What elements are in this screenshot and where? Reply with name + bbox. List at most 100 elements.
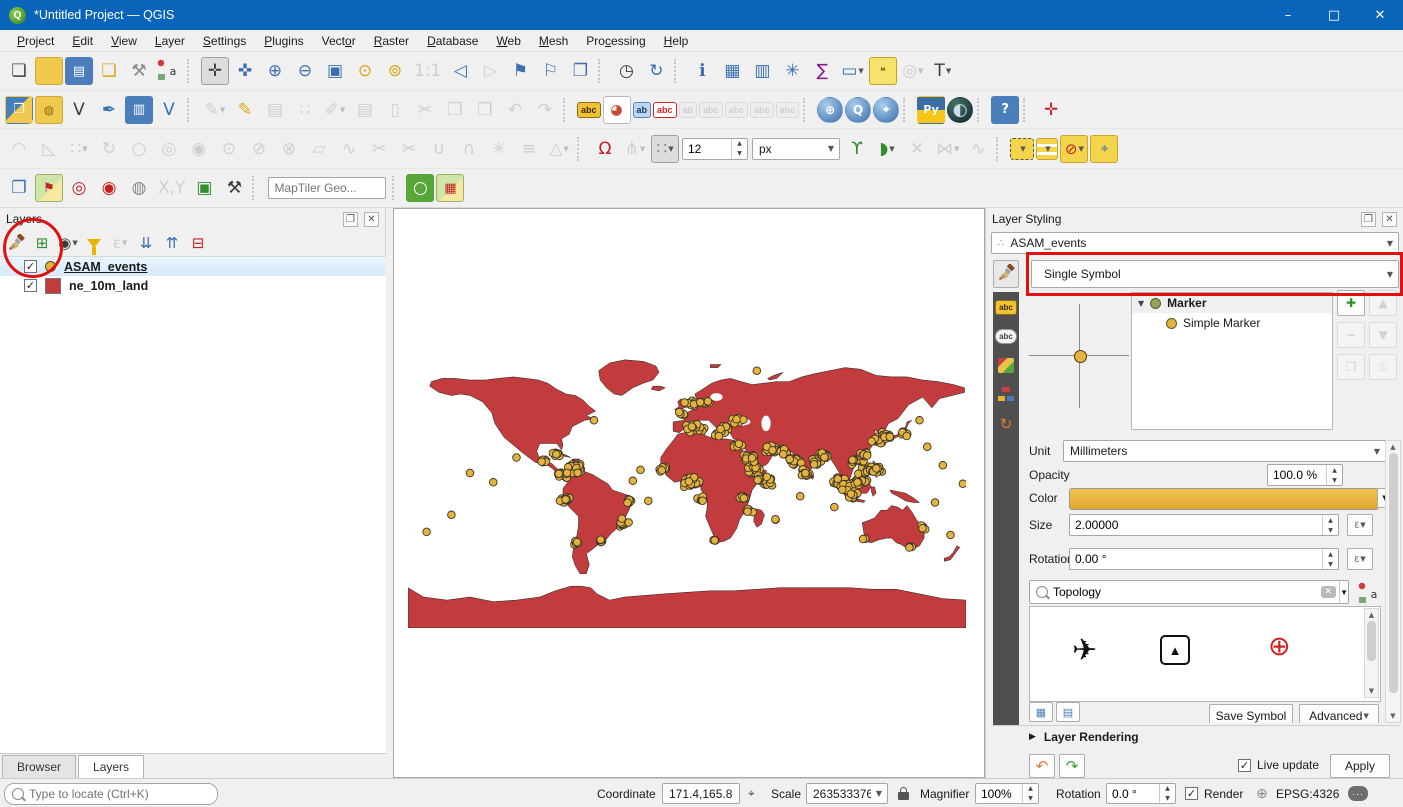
menu-project[interactable]: Project (8, 32, 63, 50)
size-input[interactable] (1070, 518, 1322, 532)
size-spinbox[interactable]: ▲▼ (1069, 514, 1339, 536)
render-checkbox[interactable] (1185, 787, 1198, 800)
map-tips-icon[interactable]: ❝ (869, 57, 897, 85)
manage-map-themes-icon[interactable]: ◉▼ (56, 231, 80, 255)
data-source-manager-icon[interactable]: ❒ (5, 96, 33, 124)
layer-visibility-checkbox[interactable] (24, 260, 37, 273)
render-control[interactable]: Render (1185, 779, 1243, 807)
magnifier-input[interactable] (976, 787, 1022, 801)
minimize-button[interactable]: – (1265, 0, 1311, 30)
pan-to-selection-icon[interactable]: ✜ (231, 57, 259, 85)
toggle-editing-icon[interactable]: ✎ (231, 96, 259, 124)
layer-row[interactable]: ASAM_events (0, 257, 386, 276)
osm-place-search-icon[interactable]: ⌖ (873, 97, 899, 123)
caret-down-icon[interactable]: ▼ (1138, 299, 1144, 308)
georeferencer-icon[interactable]: ▣ (190, 174, 218, 202)
dropdown-caret-icon[interactable]: ▼ (340, 106, 345, 114)
layer-row[interactable]: ne_10m_land (0, 276, 386, 295)
map-canvas[interactable] (393, 208, 985, 778)
pan-map-icon[interactable]: ✛ (201, 57, 229, 85)
menu-raster[interactable]: Raster (365, 32, 418, 50)
identify-features-icon[interactable]: ℹ (688, 57, 716, 85)
multi-zoom-icon[interactable]: ◉ (95, 174, 123, 202)
avoid-overlap-icon[interactable]: ◗▼ (873, 135, 901, 163)
close-button[interactable]: ✕ (1357, 0, 1403, 30)
new-shapefile-layer-icon[interactable]: V (65, 96, 93, 124)
rotation-spinbox[interactable]: ▲▼ (1106, 779, 1176, 807)
select-features-icon[interactable]: ▼ (1010, 138, 1034, 160)
style-manager-icon[interactable]: a (155, 57, 183, 85)
live-update-control[interactable]: Live update (1238, 758, 1319, 772)
menu-help[interactable]: Help (655, 32, 698, 50)
color-swatch-button[interactable] (1069, 488, 1379, 510)
rotation-spinbox[interactable]: ▲▼ (1069, 548, 1339, 570)
coordinate-crosshair-icon[interactable]: ✛ (1037, 96, 1065, 124)
menu-settings[interactable]: Settings (194, 32, 255, 50)
add-symbol-layer-button[interactable]: ✚ (1337, 290, 1365, 316)
dropdown-caret-icon[interactable]: ▼ (1078, 145, 1083, 153)
rotation-data-defined-override-button[interactable]: ε▼ (1347, 548, 1373, 570)
menu-plugins[interactable]: Plugins (255, 32, 312, 50)
styling-scrollbar[interactable]: ▲▼ (1385, 440, 1401, 723)
catalog-search-icon[interactable]: Q (845, 97, 871, 123)
snapping-type-icon[interactable]: ∷▼ (651, 135, 679, 163)
new-mesh-layer-icon[interactable]: ▥ (125, 96, 153, 124)
opacity-spinbox[interactable]: ▲▼ (1267, 464, 1343, 486)
menu-database[interactable]: Database (418, 32, 487, 50)
quickmapservices-icon[interactable]: ◐ (947, 97, 973, 123)
tab-3d-view[interactable] (998, 358, 1014, 373)
add-group-icon[interactable]: ⊞ (30, 231, 54, 255)
dropdown-caret-icon[interactable]: ▼ (954, 145, 959, 153)
layer-labeling-icon[interactable]: abc (577, 102, 601, 118)
dropdown-caret-icon[interactable]: ▼ (918, 67, 923, 75)
symbol-medical-cross-icon[interactable]: ⊕ (1268, 631, 1291, 662)
mouse-tracking-icon[interactable]: ⌖ (748, 779, 755, 807)
topological-editing-icon[interactable]: ϒ (843, 135, 871, 163)
advanced-button[interactable]: Advanced▼ (1299, 704, 1379, 723)
snap-tolerance-input[interactable] (683, 142, 731, 156)
deselect-features-icon[interactable]: ⊘▼ (1060, 135, 1088, 163)
tab-labels[interactable]: abc (995, 300, 1017, 315)
dropdown-caret-icon[interactable]: ▼ (889, 145, 894, 153)
caret-right-icon[interactable]: ▶ (1029, 732, 1036, 742)
redo-style-button[interactable]: ↷ (1059, 754, 1085, 778)
symbol-campground-icon[interactable]: ▲ (1160, 635, 1190, 665)
new-project-icon[interactable]: ❏ (5, 57, 33, 85)
icon-view-button[interactable]: ▦ (1029, 702, 1053, 722)
processing-toolbox-icon[interactable]: ✳ (778, 57, 806, 85)
new-bookmark-icon[interactable]: ⚑ (506, 57, 534, 85)
menu-edit[interactable]: Edit (63, 32, 102, 50)
clear-search-icon[interactable]: ✕ (1321, 586, 1337, 598)
list-view-button[interactable]: ▤ (1056, 702, 1080, 722)
coordinate-capture-icon[interactable]: ❐ (5, 174, 33, 202)
symbol-well-scrollbar[interactable]: ▲▼ (1364, 608, 1379, 698)
menu-mesh[interactable]: Mesh (530, 32, 577, 50)
new-geopackage-layer-icon[interactable]: ◍ (35, 96, 63, 124)
tab-symbology[interactable] (993, 260, 1019, 288)
attribute-table-icon[interactable]: ▦ (718, 57, 746, 85)
float-panel-icon[interactable]: ❐ (343, 212, 358, 227)
tab-masks[interactable]: abc (995, 329, 1017, 344)
save-symbol-button[interactable]: Save Symbol (1209, 704, 1293, 723)
new-spatialite-layer-icon[interactable]: ✒ (95, 96, 123, 124)
maptiler-browser-icon[interactable]: ⚑ (35, 174, 63, 202)
tree-item-marker[interactable]: ▼ Marker (1132, 293, 1332, 313)
spin-arrows[interactable]: ▲▼ (1322, 515, 1338, 535)
symbol-search-input[interactable]: ✕ ▼ (1029, 580, 1349, 604)
menu-web[interactable]: Web (487, 32, 529, 50)
layer-rendering-section[interactable]: ▶ Layer Rendering (1029, 730, 1139, 744)
select-by-value-icon[interactable]: ▼ (1036, 138, 1058, 160)
dropdown-caret-icon[interactable]: ▼ (946, 67, 951, 75)
zoom-to-selection-icon[interactable]: ⊙ (351, 57, 379, 85)
messages-icon[interactable]: ··· (1348, 779, 1368, 807)
dropdown-caret-icon[interactable]: ▼ (640, 145, 645, 153)
menu-processing[interactable]: Processing (577, 32, 654, 50)
rotation-input[interactable] (1107, 787, 1159, 801)
tab-diagrams[interactable] (998, 387, 1014, 401)
remove-layer-icon[interactable]: ⊟ (186, 231, 210, 255)
dropdown-caret-icon[interactable]: ▼ (72, 239, 77, 247)
symbol-search-field[interactable] (1048, 585, 1321, 599)
dropdown-caret-icon[interactable]: ▼ (220, 106, 225, 114)
scale-combobox[interactable]: 263533376▼ (806, 779, 888, 807)
chevron-down-icon[interactable]: ▼ (1339, 581, 1348, 603)
